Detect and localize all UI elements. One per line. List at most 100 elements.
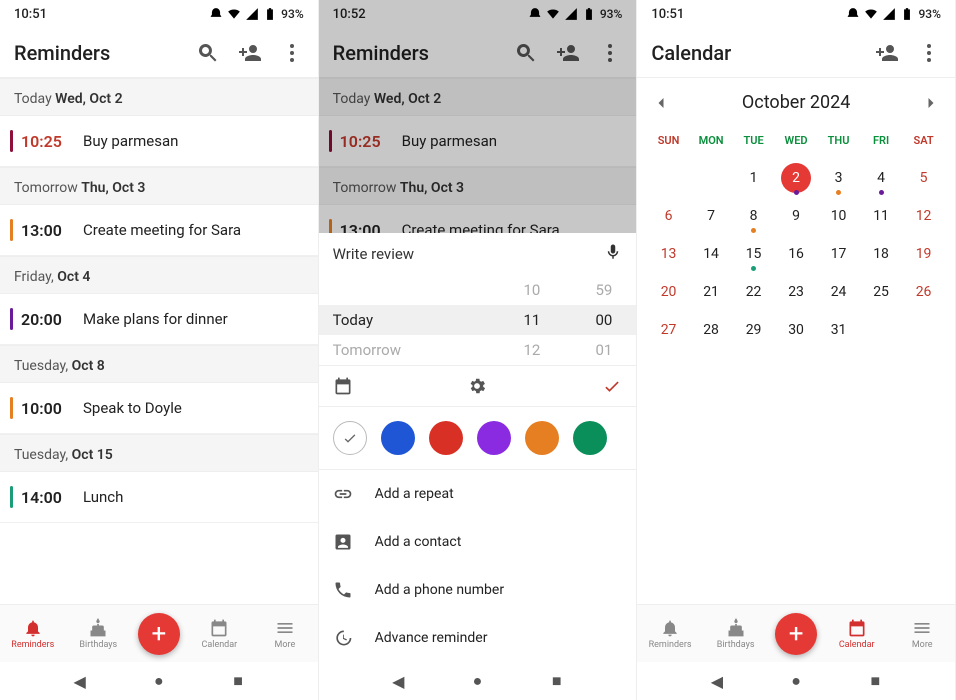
reminder-item[interactable]: 14:00Lunch [0, 472, 318, 523]
calendar-day[interactable]: 18 [860, 235, 903, 273]
calendar-day[interactable]: 24 [817, 273, 860, 311]
calendar-day[interactable]: 30 [775, 311, 818, 349]
calendar-day[interactable]: 25 [860, 273, 903, 311]
prev-month-icon[interactable] [651, 93, 671, 113]
calendar-day[interactable]: 28 [690, 311, 733, 349]
calendar-day[interactable]: 31 [817, 311, 860, 349]
add-contact-icon[interactable] [238, 41, 262, 65]
calendar-day[interactable]: 20 [647, 273, 690, 311]
calendar-day[interactable]: 26 [902, 273, 945, 311]
more-icon[interactable] [917, 41, 941, 65]
search-icon[interactable] [196, 41, 220, 65]
calendar-day[interactable]: 4 [860, 159, 903, 197]
nav-reminders[interactable]: Reminders [644, 618, 696, 650]
confirm-icon[interactable] [602, 376, 622, 396]
option-row[interactable]: Add a contact [319, 518, 637, 566]
nav-birthdays[interactable]: Birthdays [72, 618, 124, 650]
recents-button[interactable]: ■ [229, 671, 247, 691]
nav-calendar[interactable]: Calendar [831, 618, 883, 650]
bottom-nav: Reminders Birthdays + Calendar More [637, 604, 955, 662]
color-option[interactable] [429, 421, 463, 455]
calendar-day[interactable]: 5 [902, 159, 945, 197]
calendar-day[interactable]: 27 [647, 311, 690, 349]
back-button[interactable]: ◀ [389, 672, 407, 691]
calendar-day[interactable]: 14 [690, 235, 733, 273]
fab-add[interactable]: + [775, 613, 817, 655]
color-bar [10, 219, 13, 241]
mic-icon[interactable] [604, 243, 622, 265]
calendar-day[interactable]: 11 [860, 197, 903, 235]
reminder-item[interactable]: 10:25Buy parmesan [319, 116, 637, 167]
nav-calendar[interactable]: Calendar [193, 618, 245, 650]
status-icons: 93% [209, 7, 303, 21]
nav-more[interactable]: More [896, 618, 948, 650]
calendar-day[interactable]: 7 [690, 197, 733, 235]
time-wheel-row[interactable]: Today1100 [319, 305, 637, 335]
color-bar [10, 130, 13, 152]
signal-icon [882, 7, 896, 21]
color-option[interactable] [477, 421, 511, 455]
calendar-day [860, 311, 903, 349]
calendar-day[interactable]: 21 [690, 273, 733, 311]
option-row[interactable]: Add a repeat [319, 470, 637, 518]
calendar-day[interactable]: 12 [902, 197, 945, 235]
home-button[interactable]: ● [787, 671, 805, 691]
calendar-day[interactable]: 16 [775, 235, 818, 273]
reminder-item[interactable]: 10:00Speak to Doyle [0, 383, 318, 434]
calendar-day[interactable]: 10 [817, 197, 860, 235]
search-icon[interactable] [514, 41, 538, 65]
calendar-day[interactable]: 6 [647, 197, 690, 235]
add-contact-icon[interactable] [875, 41, 899, 65]
back-button[interactable]: ◀ [708, 672, 726, 691]
calendar-day[interactable]: 19 [902, 235, 945, 273]
option-row[interactable]: Add a phone number [319, 566, 637, 614]
time-wheel-row[interactable]: Tomorrow1201 [319, 335, 637, 365]
more-icon[interactable] [598, 41, 622, 65]
date-picker-icon[interactable] [333, 376, 353, 396]
more-icon[interactable] [280, 41, 304, 65]
color-option[interactable] [381, 421, 415, 455]
add-contact-icon[interactable] [556, 41, 580, 65]
battery-percent: 93% [918, 7, 940, 21]
section-header: Tuesday, Oct 15 [0, 434, 318, 472]
calendar-day[interactable]: 9 [775, 197, 818, 235]
fab-add[interactable]: + [138, 613, 180, 655]
option-row[interactable]: Advance reminder [319, 614, 637, 662]
reminder-text-input[interactable]: Write review [319, 233, 637, 275]
home-button[interactable]: ● [468, 671, 486, 691]
recents-button[interactable]: ■ [548, 671, 566, 691]
calendar-day[interactable]: 1 [732, 159, 775, 197]
nav-birthdays[interactable]: Birthdays [710, 618, 762, 650]
calendar-day[interactable]: 15 [732, 235, 775, 273]
signal-icon [245, 7, 259, 21]
reminder-list[interactable]: Today Wed, Oct 210:25Buy parmesanTomorro… [0, 78, 318, 604]
recents-button[interactable]: ■ [866, 671, 884, 691]
time-picker[interactable]: 1059Today1100Tomorrow1201 [319, 275, 637, 365]
reminder-item[interactable]: 13:00Create meeting for Sara [0, 205, 318, 256]
nav-more[interactable]: More [259, 618, 311, 650]
time-wheel-row[interactable]: 1059 [319, 275, 637, 305]
calendar-day[interactable]: 13 [647, 235, 690, 273]
calendar-day[interactable]: 17 [817, 235, 860, 273]
color-option[interactable] [333, 421, 367, 455]
color-option[interactable] [573, 421, 607, 455]
settings-icon[interactable] [467, 376, 487, 396]
calendar-day[interactable]: 29 [732, 311, 775, 349]
back-button[interactable]: ◀ [71, 672, 89, 691]
dow-header: WED [775, 121, 818, 159]
calendar-day[interactable]: 8 [732, 197, 775, 235]
nav-reminders[interactable]: Reminders [7, 618, 59, 650]
reminder-item[interactable]: 20:00Make plans for dinner [0, 294, 318, 345]
reminder-item[interactable]: 10:25Buy parmesan [0, 116, 318, 167]
status-bar: 10:51 93% [0, 0, 318, 28]
next-month-icon[interactable] [921, 93, 941, 113]
calendar-day[interactable]: 2 [775, 159, 818, 197]
home-button[interactable]: ● [150, 671, 168, 691]
calendar-day[interactable]: 22 [732, 273, 775, 311]
status-time: 10:51 [651, 7, 684, 22]
color-option[interactable] [525, 421, 559, 455]
dow-header: THU [817, 121, 860, 159]
reminder-title: Make plans for dinner [83, 310, 228, 328]
calendar-day[interactable]: 3 [817, 159, 860, 197]
calendar-day[interactable]: 23 [775, 273, 818, 311]
